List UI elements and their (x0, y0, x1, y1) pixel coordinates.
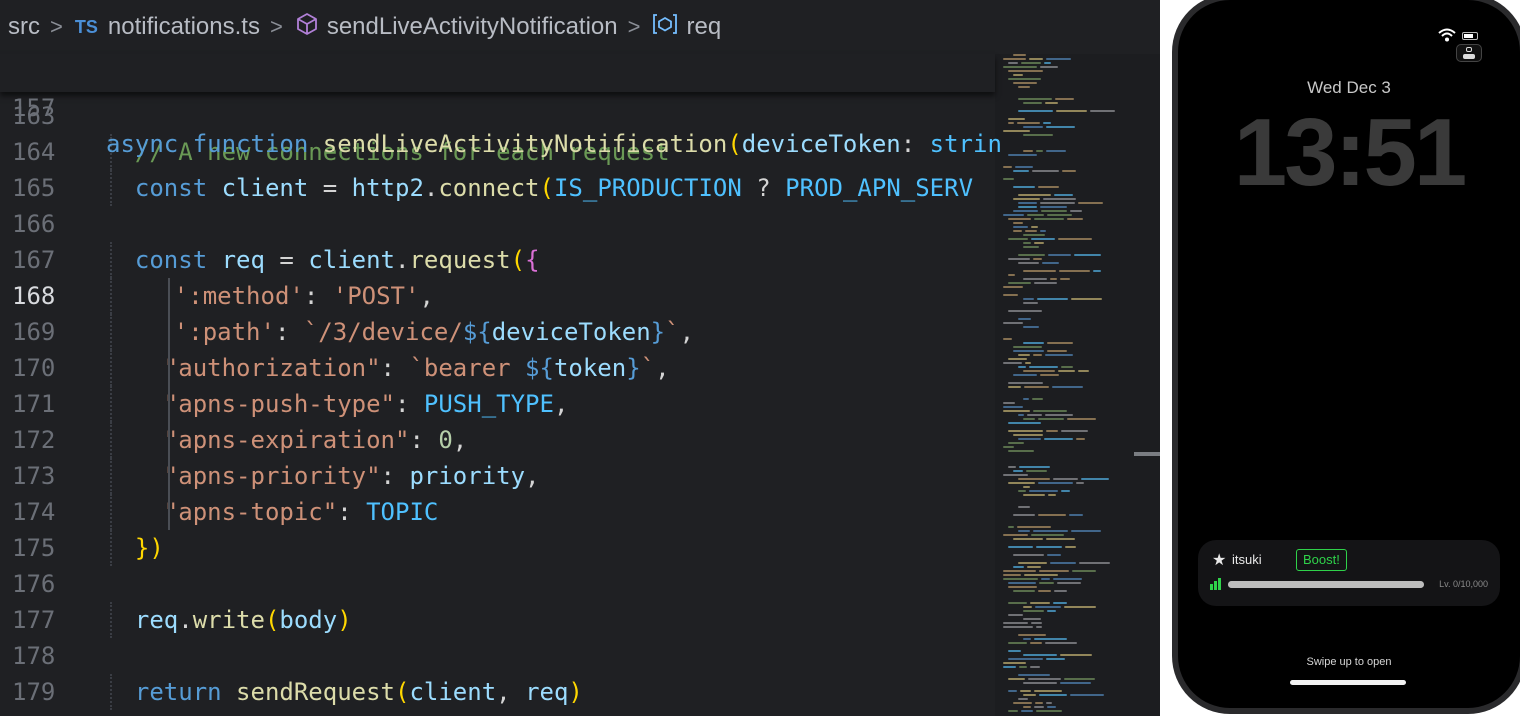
breadcrumb-folder[interactable]: src (8, 13, 40, 41)
progress-bar (1228, 581, 1424, 588)
chevron-right-icon: > (627, 14, 641, 39)
code-line[interactable]: 169 ':path': `/3/device/${deviceToken}`, (0, 314, 995, 350)
code-text: }) (134, 534, 164, 562)
code-text: "authorization": `bearer ${token}`, (163, 354, 670, 382)
indent-guide (110, 494, 112, 530)
bracket-guide (168, 278, 170, 530)
line-number: 169 (12, 318, 56, 346)
sticky-scroll-header[interactable]: 157 async function sendLiveActivityNotif… (0, 54, 1002, 158)
line-number: 179 (12, 678, 56, 706)
battery-icon (1462, 32, 1478, 40)
indent-guide (110, 530, 112, 566)
code-text: const client = http2.connect(IS_PRODUCTI… (134, 174, 974, 202)
indent-guide (110, 350, 112, 386)
minimap-scroll-marker[interactable] (1134, 452, 1160, 456)
code-line[interactable]: 167 const req = client.request({ (0, 242, 995, 278)
simulator-panel: Wed Dec 3 13:51 ★ itsuki Boost! Lv. 0/10… (1160, 0, 1520, 716)
indent-guide (110, 422, 112, 458)
code-text: ':path': `/3/device/${deviceToken}`, (173, 318, 695, 346)
minimap[interactable] (995, 54, 1160, 716)
code-line[interactable]: 168 ':method': 'POST', (0, 278, 995, 314)
code-line[interactable]: 175}) (0, 530, 995, 566)
code-text: return sendRequest(client, req) (134, 678, 583, 706)
code-line[interactable]: 179 return sendRequest(client, req) (0, 674, 995, 710)
wifi-icon (1438, 28, 1456, 42)
line-number: 178 (12, 642, 56, 670)
lock-time: 13:51 (1233, 99, 1468, 206)
iphone-frame: Wed Dec 3 13:51 ★ itsuki Boost! Lv. 0/10… (1172, 0, 1520, 714)
breadcrumb-file[interactable]: notifications.ts (108, 13, 260, 41)
code-line[interactable]: 170 "authorization": `bearer ${token}`, (0, 350, 995, 386)
line-number: 172 (12, 426, 56, 454)
breadcrumb-symbol[interactable]: req (686, 13, 721, 41)
line-number: 171 (12, 390, 56, 418)
line-number: 166 (12, 210, 56, 238)
code-line[interactable]: 172 "apns-expiration": 0, (0, 422, 995, 458)
boost-badge[interactable]: Boost! (1296, 549, 1347, 571)
live-activity-widget[interactable]: ★ itsuki Boost! Lv. 0/10,000 (1198, 540, 1500, 606)
sticky-code-line: async function sendLiveActivityNotificat… (106, 130, 1002, 158)
indent-guide (110, 314, 112, 350)
line-number: 168 (12, 282, 56, 310)
code-text: "apns-topic": TOPIC (163, 498, 439, 526)
indent-guide (110, 458, 112, 494)
lock-date: Wed Dec 3 (1307, 78, 1391, 97)
method-symbol-icon (295, 12, 319, 43)
typescript-file-icon: TS (74, 16, 98, 37)
code-editor[interactable]: src > TS notifications.ts > sendLiveActi… (0, 0, 1160, 716)
chevron-right-icon: > (269, 14, 283, 39)
indent-guide (110, 242, 112, 278)
line-number: 170 (12, 354, 56, 382)
code-line[interactable]: 178 (0, 638, 995, 674)
line-number: 175 (12, 534, 56, 562)
line-number: 157 (12, 94, 56, 122)
indent-guide (110, 170, 112, 206)
indent-guide (110, 674, 112, 710)
progress-fill (1228, 581, 1424, 588)
code-line[interactable]: 165 const client = http2.connect(IS_PRODU… (0, 170, 995, 206)
level-text: Lv. 0/10,000 (1439, 579, 1488, 589)
swipe-up-hint: Swipe up to open (1306, 656, 1392, 668)
line-number: 167 (12, 246, 56, 274)
signal-bars-icon (1210, 578, 1224, 590)
variable-symbol-icon (652, 12, 678, 43)
breadcrumb: src > TS notifications.ts > sendLiveActi… (0, 0, 1160, 54)
line-number: 176 (12, 570, 56, 598)
code-line[interactable]: 171 "apns-push-type": PUSH_TYPE, (0, 386, 995, 422)
indent-guide (110, 278, 112, 314)
activity-user-name: itsuki (1232, 552, 1262, 567)
code-text: ':method': 'POST', (173, 282, 434, 310)
breadcrumb-function[interactable]: sendLiveActivityNotification (327, 13, 618, 41)
lock-screen[interactable]: Wed Dec 3 13:51 ★ itsuki Boost! Lv. 0/10… (1178, 0, 1520, 708)
code-text: const req = client.request({ (134, 246, 540, 274)
focus-toggle-icon[interactable] (1456, 44, 1482, 62)
code-text: "apns-push-type": PUSH_TYPE, (163, 390, 569, 418)
indent-guide (110, 386, 112, 422)
code-text: req.write(body) (134, 606, 352, 634)
code-line[interactable]: 166 (0, 206, 995, 242)
home-indicator[interactable] (1290, 680, 1406, 685)
chevron-right-icon: > (50, 14, 63, 39)
code-line[interactable]: 176 (0, 566, 995, 602)
star-icon: ★ (1212, 552, 1227, 569)
code-line[interactable]: 173 "apns-priority": priority, (0, 458, 995, 494)
line-number: 177 (12, 606, 56, 634)
code-line[interactable]: 174 "apns-topic": TOPIC (0, 494, 995, 530)
code-line[interactable]: 177 req.write(body) (0, 602, 995, 638)
line-number: 173 (12, 462, 56, 490)
code-text: "apns-priority": priority, (163, 462, 540, 490)
code-text: "apns-expiration": 0, (163, 426, 468, 454)
indent-guide (110, 602, 112, 638)
line-number: 174 (12, 498, 56, 526)
